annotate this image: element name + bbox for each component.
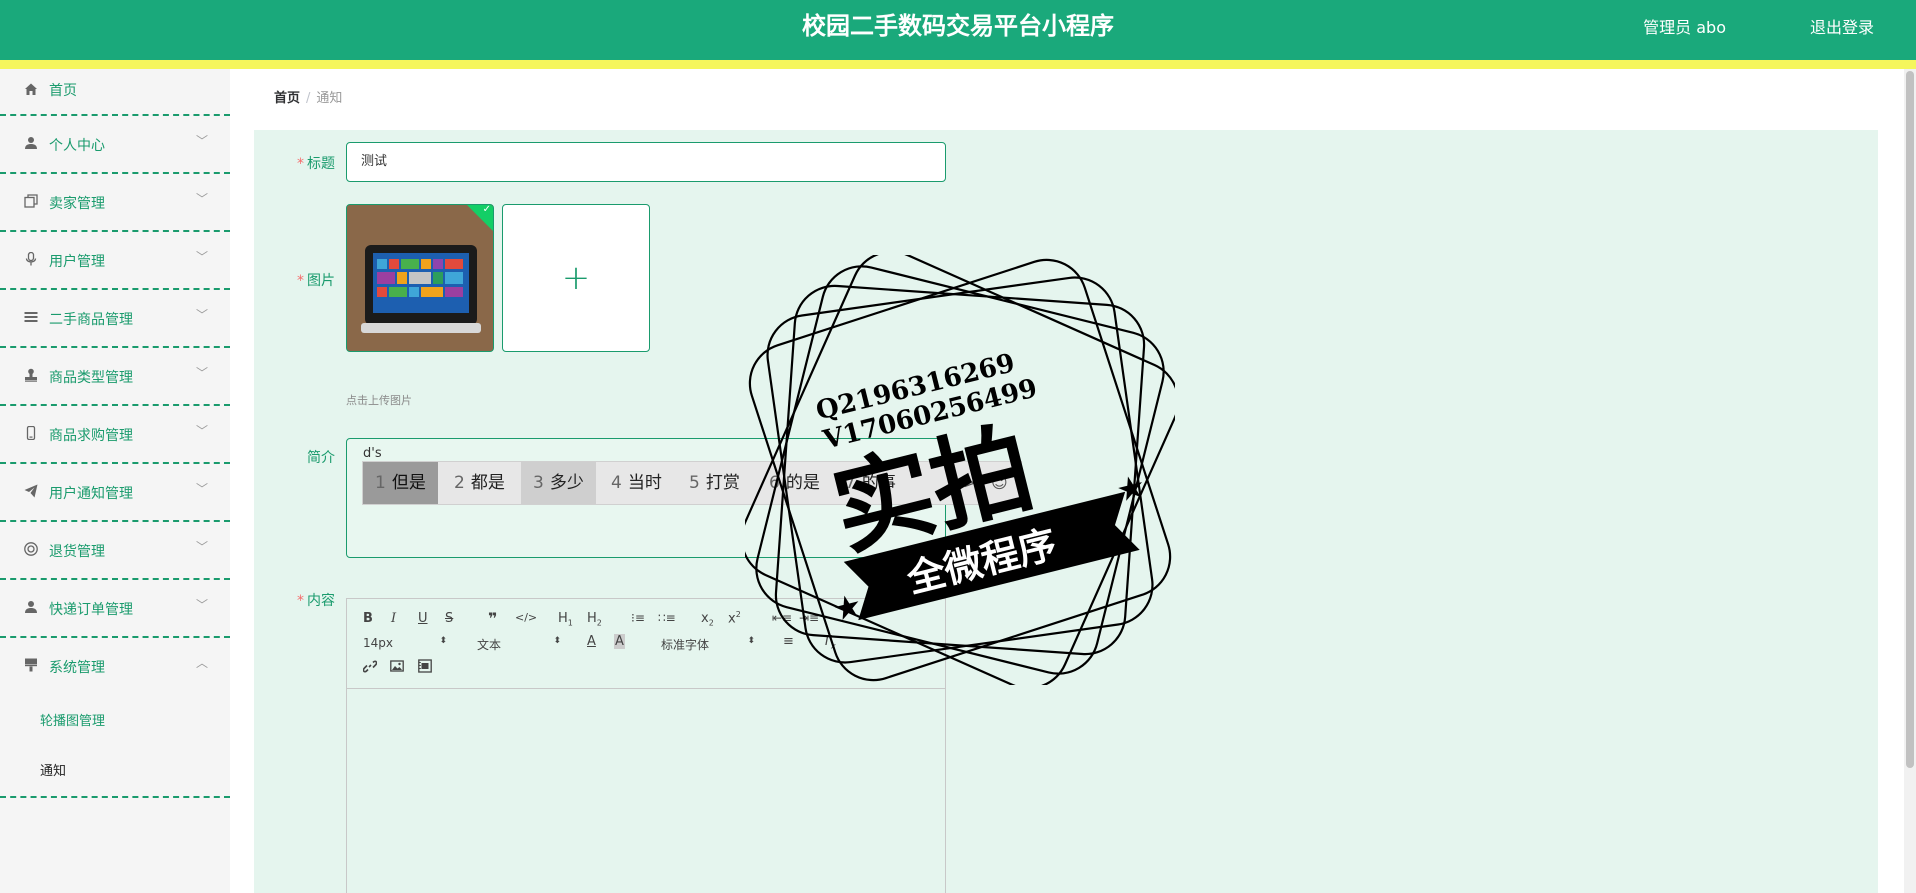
chevron-down-icon: ﹀ [195,192,208,206]
sidebar-item-label: 首页 [49,83,77,99]
breadcrumb-bar: 首页 / 通知 [254,71,1878,121]
scrollbar-thumb[interactable] [1906,71,1914,768]
content-label: * 内容 [297,593,335,609]
plus-icon: + [561,258,591,298]
chevron-up-icon: ︿ [195,656,208,670]
breadcrumb-home[interactable]: 首页 [274,91,300,106]
sidebar-item-label: 快递订单管理 [49,602,133,618]
check-icon: ✓ [482,204,491,215]
sidebar-item-label: 系统管理 [49,660,105,676]
ime-candidate[interactable]: 4 当时 [599,462,674,504]
stamp-graphic: Q2196316269 V17060256499 实拍 全微程序 ★ ★ [740,250,1180,690]
superscript-button[interactable]: x2 [728,610,741,626]
sidebar-item-seller-management[interactable]: 卖家管理 ﹀ [0,174,230,232]
editor-content-area[interactable] [347,689,945,893]
sidebar-item-label: 用户通知管理 [49,486,133,502]
svg-text:★: ★ [829,585,866,629]
header-accent-strip [0,60,1916,69]
chevron-down-icon: ﹀ [195,482,208,496]
sidebar-subitem-notice[interactable]: 通知 [40,760,66,779]
image-upload-button[interactable]: + [502,204,650,352]
sidebar-item-label: 个人中心 [49,138,105,154]
breadcrumb-separator: / [306,91,311,106]
font-color-button[interactable]: A [587,634,596,649]
sidebar-item-label: 商品类型管理 [49,370,133,386]
ime-candidate[interactable]: 5 打赏 [677,462,752,504]
blockquote-button[interactable]: ❞ [488,609,497,628]
stamp-icon [24,368,38,382]
admin-username: 管理员 abo [1643,18,1726,37]
chevron-down-icon: ﹀ [195,308,208,322]
sidebar-item-label: 二手商品管理 [49,312,133,328]
ime-candidate[interactable]: 1 但是 [363,462,438,504]
sidebar-item-used-goods-management[interactable]: 二手商品管理 ﹀ [0,290,230,348]
sidebar-subitem-banner-management[interactable]: 轮播图管理 [40,710,105,729]
italic-button[interactable]: I [391,611,396,626]
sidebar-item-label: 商品求购管理 [49,428,133,444]
underline-button[interactable]: U [418,611,428,626]
upload-hint: 点击上传图片 [346,394,412,407]
title-input[interactable]: 测试 [346,142,946,182]
font-family-select[interactable]: 标准字体 ⬍ [661,636,755,653]
code-block-button[interactable]: </> [515,611,537,624]
sidebar: 首页 个人中心 ﹀ 卖家管理 ﹀ 用户管理 ﹀ 二手商品管理 ﹀ 商品类型管理 … [0,69,230,893]
brush-icon [24,658,38,672]
sidebar-item-personal-center[interactable]: 个人中心 ﹀ [0,116,230,174]
subscript-button[interactable]: x2 [701,611,714,628]
breadcrumb-current: 通知 [316,91,343,106]
user-icon [24,136,38,150]
sidebar-item-express-order-management[interactable]: 快递订单管理 ﹀ [0,580,230,638]
video-icon[interactable] [418,659,432,677]
strike-button[interactable]: S [445,611,453,626]
header-2-button[interactable]: H2 [587,611,602,628]
chevron-down-icon: ﹀ [195,366,208,380]
sidebar-item-goods-request-management[interactable]: 商品求购管理 ﹀ [0,406,230,464]
sidebar-item-user-management[interactable]: 用户管理 ﹀ [0,232,230,290]
bullet-list-button[interactable]: ∷≡ [658,611,676,625]
chevron-down-icon: ﹀ [195,540,208,554]
sidebar-item-label: 卖家管理 [49,196,105,212]
home-icon [24,82,38,96]
copy-icon [24,194,38,208]
sidebar-item-label: 退货管理 [49,544,105,560]
help-icon [24,542,38,556]
title-label: * 标题 [297,156,335,172]
sidebar-item-goods-type-management[interactable]: 商品类型管理 ﹀ [0,348,230,406]
chevron-down-icon: ﹀ [195,250,208,264]
link-icon[interactable] [362,659,378,677]
font-size-select[interactable]: 14px ⬍ [363,636,447,650]
sidebar-item-user-notice-management[interactable]: 用户通知管理 ﹀ [0,464,230,522]
chevron-down-icon: ﹀ [195,598,208,612]
chevron-down-icon: ﹀ [195,134,208,148]
sidebar-item-return-management[interactable]: 退货管理 ﹀ [0,522,230,580]
ordered-list-button[interactable]: ⁝≡ [631,611,645,625]
header-1-button[interactable]: H1 [558,611,573,628]
image-label: * 图片 [297,273,335,289]
background-color-button[interactable]: A [614,634,625,649]
sidebar-item-label: 用户管理 [49,254,105,270]
block-type-select[interactable]: 文本 ⬍ [477,636,561,653]
intro-label: 简介 [307,450,335,466]
top-header [0,0,1916,60]
chevron-down-icon: ﹀ [195,424,208,438]
logout-button[interactable]: 退出登录 [1810,14,1874,38]
bold-button[interactable]: B [363,611,373,626]
breadcrumb: 首页 / 通知 [274,87,342,106]
phone-icon [24,425,38,441]
microphone-icon [24,251,38,266]
ime-candidate[interactable]: 3 多少 [521,462,596,504]
uploaded-image-thumbnail[interactable]: ✓ [346,204,494,352]
sidebar-item-system-management[interactable]: 系统管理 ︿ [0,638,230,798]
send-icon [24,484,38,498]
ime-candidate[interactable]: 2 都是 [442,462,517,504]
list-icon [24,310,38,324]
watermark-stamp: Q2196316269 V17060256499 实拍 全微程序 ★ ★ [740,250,1180,690]
sidebar-item-home[interactable]: 首页 [0,69,230,116]
person-icon [24,600,38,614]
image-icon[interactable] [390,659,404,677]
intro-text: d's [363,446,382,461]
